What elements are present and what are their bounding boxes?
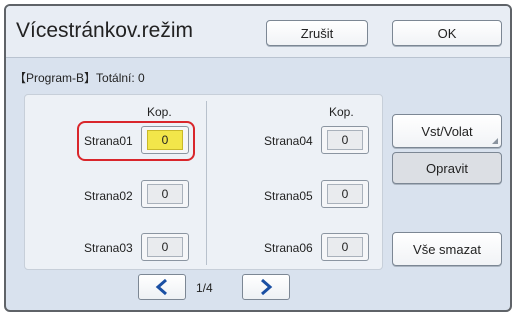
pagination-bar: 1/4 — [6, 272, 510, 310]
page-copies-1[interactable]: 0 — [141, 126, 189, 154]
screen-title: Vícestránkov.režim — [16, 19, 193, 42]
page-label-6: Strana06 — [264, 241, 313, 255]
page-label-5: Strana05 — [264, 189, 313, 203]
pages-panel: Kop. Kop. Strana01 0 Strana02 0 Strana03… — [24, 94, 383, 270]
title-bar: Vícestránkov.režim Zrušit OK — [6, 6, 510, 58]
program-status: 【Program-B】Totální: 0 — [14, 71, 145, 85]
vst-volat-button[interactable]: Vst/Volat — [392, 114, 502, 148]
chevron-right-icon — [261, 278, 273, 296]
multi-page-mode-screen: Vícestránkov.režim Zrušit OK 【Program-B】… — [4, 4, 512, 312]
page-label-3: Strana03 — [84, 241, 133, 255]
page-copies-3[interactable]: 0 — [141, 233, 189, 261]
page-indicator: 1/4 — [196, 281, 213, 295]
previous-page-button[interactable] — [138, 274, 186, 300]
vse-smazat-button[interactable]: Vše smazat — [392, 232, 502, 266]
cancel-button[interactable]: Zrušit — [266, 20, 368, 46]
left-column-header: Kop. — [147, 105, 172, 119]
ok-button[interactable]: OK — [392, 20, 502, 46]
page-copies-2[interactable]: 0 — [141, 180, 189, 208]
opravit-button[interactable]: Opravit — [392, 152, 502, 184]
page-copies-6[interactable]: 0 — [321, 233, 369, 261]
page-copies-4[interactable]: 0 — [321, 126, 369, 154]
next-page-button[interactable] — [242, 274, 290, 300]
page-label-4: Strana04 — [264, 134, 313, 148]
page-label-2: Strana02 — [84, 189, 133, 203]
page-copies-5[interactable]: 0 — [321, 180, 369, 208]
page-label-1: Strana01 — [84, 134, 133, 148]
right-column-header: Kop. — [329, 105, 354, 119]
chevron-left-icon — [155, 278, 167, 296]
column-divider — [206, 101, 207, 265]
